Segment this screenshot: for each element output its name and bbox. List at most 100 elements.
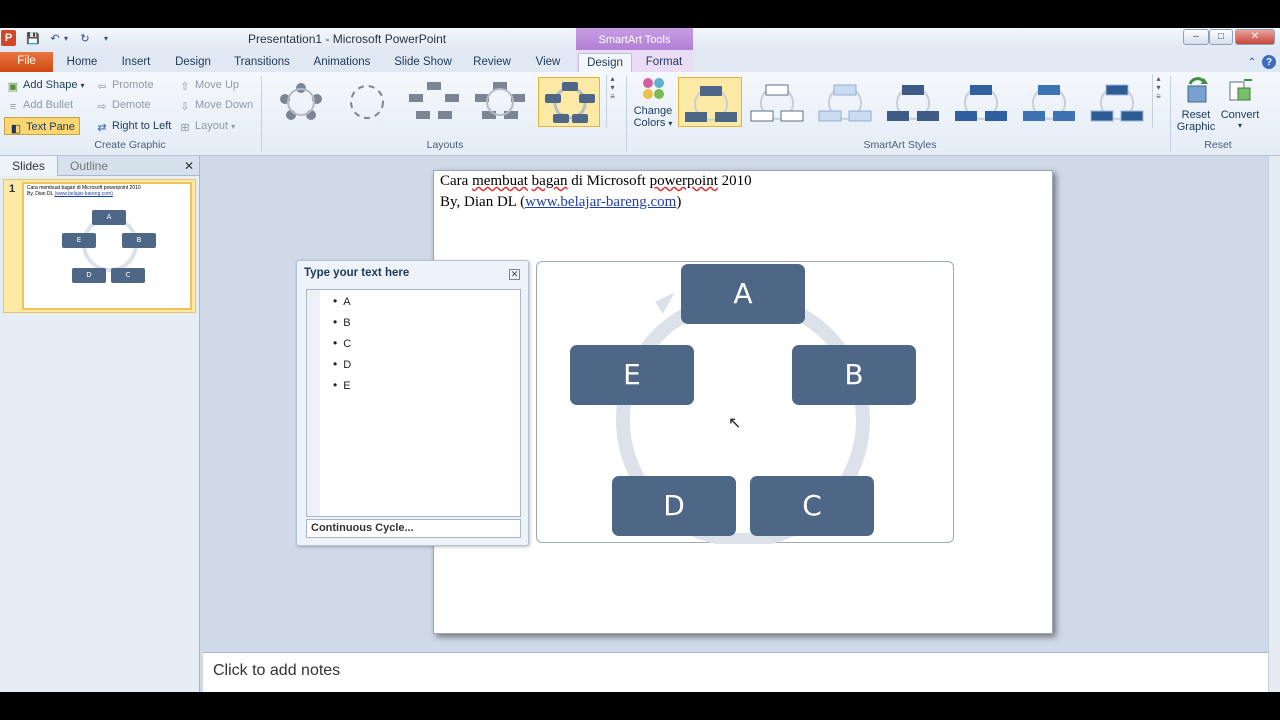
reset-group-label: Reset — [1204, 139, 1232, 151]
convert-button[interactable]: Convert ▾ — [1218, 76, 1262, 138]
style-white-outline-thumb[interactable] — [746, 77, 808, 127]
promote-button[interactable]: ⇦ Promote — [95, 76, 153, 94]
reset-graphic-label-1: Reset — [1181, 109, 1211, 121]
smartart-tools-label: SmartArt Tools — [576, 28, 693, 50]
close-pane-icon[interactable]: ✕ — [184, 156, 194, 176]
undo-icon[interactable]: ↶ — [48, 31, 62, 45]
text-pane-item-e[interactable]: E — [333, 378, 350, 392]
style-intense-effect-thumb[interactable] — [950, 77, 1012, 127]
text-pane-item-a[interactable]: A — [333, 294, 350, 308]
reset-graphic-icon — [1187, 77, 1208, 103]
redo-icon[interactable]: ↻ — [78, 31, 92, 45]
slides-pane: Slides Outline ✕ 1 Cara membuat bagan di… — [0, 156, 200, 692]
text-pane-gutter — [307, 290, 320, 516]
add-bullet-button[interactable]: ≡ Add Bullet — [6, 96, 73, 114]
group-separator — [626, 76, 627, 152]
style-inset-thumb[interactable] — [1086, 77, 1148, 127]
slide-title-line-1[interactable]: Cara membuat bagan di Microsoft powerpoi… — [440, 173, 752, 190]
style-simple-fill-icon — [685, 86, 737, 122]
change-colors-label-1: Change — [633, 105, 673, 117]
right-to-left-icon: ⇄ — [97, 122, 107, 134]
link-paren: ) — [676, 194, 682, 210]
style-simple-fill-thumb[interactable] — [678, 77, 742, 127]
slide-thumbnail-1[interactable]: Cara membuat bagan di Microsoft powerpoi… — [22, 182, 192, 310]
tab-file[interactable]: File — [0, 52, 53, 72]
tab-outline[interactable]: Outline — [70, 156, 108, 176]
layout-block-cycle-thumb[interactable] — [468, 77, 530, 127]
layout-text-cycle-thumb[interactable] — [336, 77, 398, 127]
byline-text: By, Dian DL — [440, 194, 517, 210]
add-bullet-icon: ≡ — [9, 101, 17, 113]
customize-qat-icon[interactable]: ▾ — [99, 31, 113, 45]
styles-gallery-scroll[interactable]: ▴ ▾ ≡ — [1152, 74, 1164, 128]
tab-slides[interactable]: Slides — [0, 156, 58, 176]
add-shape-button[interactable]: ▣ Add Shape ▾ — [6, 76, 85, 94]
ribbon-tabs: File Home Insert Design Transitions Anim… — [0, 50, 1280, 72]
reset-graphic-label-2: Graphic — [1176, 121, 1216, 133]
text-pane-close-icon[interactable]: ✕ — [509, 269, 520, 280]
title-word-misspelled: membuat — [472, 173, 528, 189]
style-subtle-effect-thumb[interactable] — [814, 77, 876, 127]
smartart-frame[interactable]: A B C D E ↖ — [536, 261, 954, 544]
minimize-button[interactable]: – — [1183, 29, 1209, 45]
layout-continuous-cycle-thumb[interactable] — [538, 77, 600, 127]
slides-pane-tabs: Slides Outline ✕ — [0, 156, 199, 176]
text-pane-layout-name[interactable]: Continuous Cycle... — [306, 519, 521, 538]
close-button[interactable]: ✕ — [1235, 29, 1275, 45]
tab-slide-show[interactable]: Slide Show — [392, 53, 454, 72]
tab-transitions[interactable]: Transitions — [232, 53, 292, 72]
notes-pane[interactable]: Click to add notes — [203, 652, 1270, 692]
minimize-ribbon-icon[interactable]: ⌃ — [1245, 55, 1259, 69]
title-word: 2010 — [721, 173, 752, 189]
tab-insert[interactable]: Insert — [116, 53, 156, 72]
demote-button[interactable]: ⇨ Demote — [95, 96, 150, 114]
powerpoint-app-icon[interactable]: P — [1, 30, 16, 46]
style-moderate-effect-thumb[interactable] — [882, 77, 944, 127]
smartart-styles-gallery: ▴ ▾ ≡ — [676, 74, 1166, 128]
move-up-label: Move Up — [195, 79, 240, 91]
tab-review[interactable]: Review — [472, 53, 512, 72]
help-icon[interactable]: ? — [1262, 55, 1276, 69]
reset-graphic-button[interactable]: Reset Graphic — [1174, 76, 1218, 138]
move-down-button[interactable]: ⇩ Move Down — [178, 96, 253, 114]
smartart-node-e[interactable]: E — [570, 345, 694, 405]
text-pane-item-b[interactable]: B — [333, 315, 350, 329]
continuous-cycle-icon — [545, 82, 595, 123]
title-word-misspelled: powerpoint — [649, 173, 718, 189]
slide-title-line-2[interactable]: By, Dian DL (www.belajar-bareng.com) — [440, 194, 681, 211]
maximize-button[interactable]: □ — [1209, 29, 1233, 45]
text-pane-item-c[interactable]: C — [333, 336, 351, 350]
website-link[interactable]: www.belajar-bareng.com — [525, 194, 676, 210]
layout-button[interactable]: ⊞ Layout ▾ — [178, 117, 235, 135]
tab-smartart-format[interactable]: Format — [642, 53, 686, 72]
text-pane-button[interactable]: ◧ Text Pane — [4, 117, 80, 135]
layout-cycle-boxes-thumb[interactable] — [402, 77, 464, 127]
style-polished-thumb[interactable] — [1018, 77, 1080, 127]
undo-dropdown-icon[interactable]: ▾ — [62, 31, 70, 45]
move-up-button[interactable]: ⇧ Move Up — [178, 76, 239, 94]
right-to-left-label: Right to Left — [112, 120, 172, 132]
dropdown-arrow-icon: ▾ — [80, 81, 85, 90]
style-polished-icon — [1023, 85, 1075, 121]
layouts-gallery: ▴ ▾ ≡ — [268, 74, 620, 128]
add-shape-icon: ▣ — [7, 81, 19, 93]
smartart-node-b[interactable]: B — [792, 345, 916, 405]
tab-smartart-design[interactable]: Design — [578, 53, 632, 72]
smartart-node-c[interactable]: C — [750, 476, 874, 536]
layout-basic-cycle-thumb[interactable] — [270, 77, 332, 127]
layouts-gallery-scroll[interactable]: ▴ ▾ ≡ — [606, 74, 618, 128]
tab-view[interactable]: View — [532, 53, 564, 72]
tab-home[interactable]: Home — [62, 53, 102, 72]
tab-animations[interactable]: Animations — [311, 53, 373, 72]
text-pane-list[interactable]: A B C D E — [306, 289, 521, 517]
smartart-node-d[interactable]: D — [612, 476, 736, 536]
right-to-left-button[interactable]: ⇄ Right to Left — [95, 117, 171, 135]
smartart-node-a[interactable]: A — [681, 264, 805, 324]
smartart-text-pane[interactable]: Type your text here ✕ A B C D E Continuo… — [296, 260, 529, 546]
style-inset-icon — [1090, 84, 1144, 122]
text-pane-item-d[interactable]: D — [333, 357, 351, 371]
tab-design[interactable]: Design — [172, 53, 214, 72]
save-icon[interactable]: 💾 — [26, 31, 40, 45]
vertical-scrollbar[interactable] — [1268, 156, 1280, 692]
change-colors-button[interactable]: Change Colors ▾ — [632, 76, 674, 136]
